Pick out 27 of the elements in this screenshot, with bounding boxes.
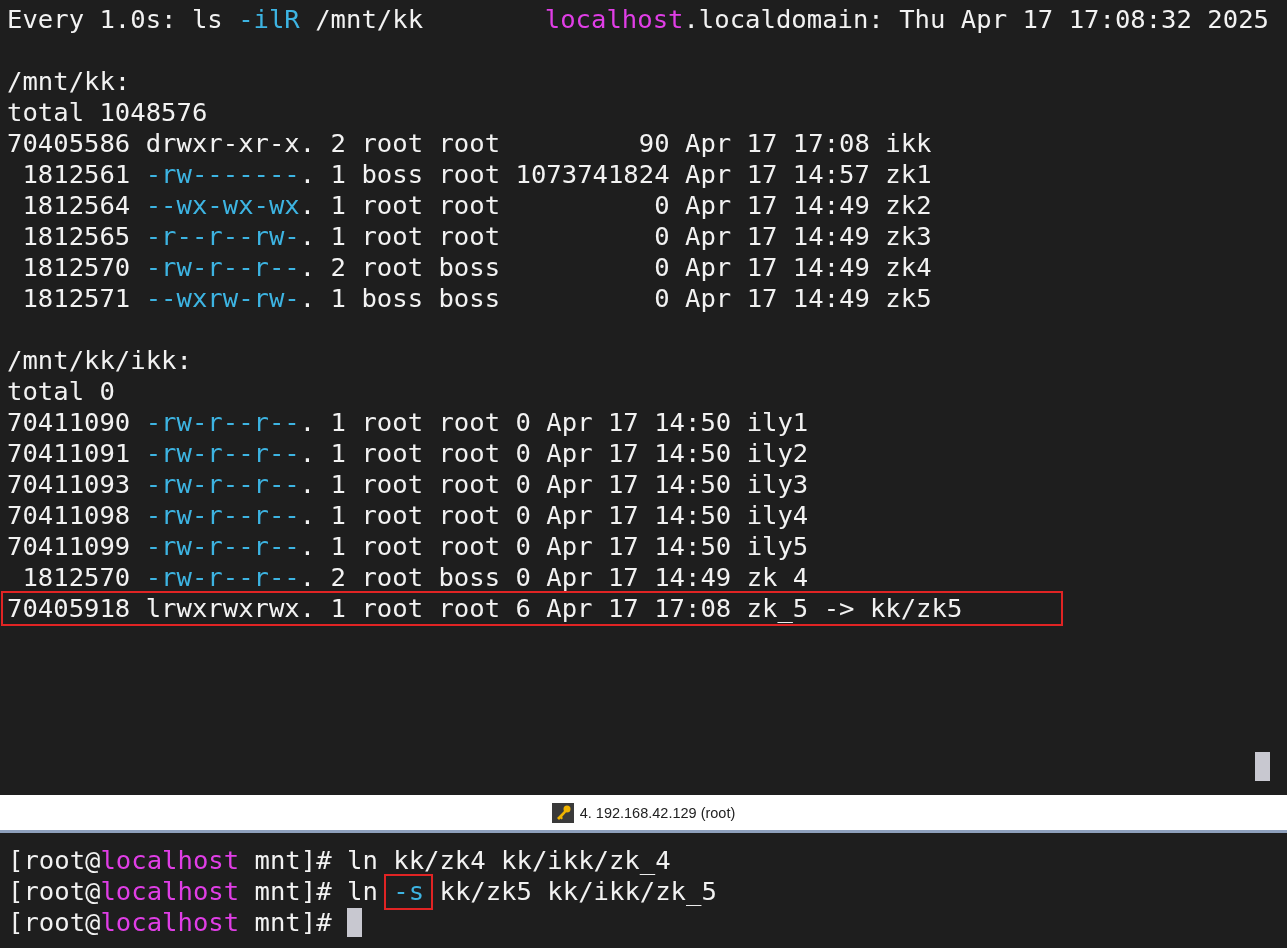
terminal-line: 70411091 -rw-r--r--. 1 root root 0 Apr 17 14:50 ily2 (7, 438, 810, 469)
terminal-line: 70411090 -rw-r--r--. 1 root root 0 Apr 17 14:50 ily1 (7, 407, 810, 438)
terminal-line: 1812570 -rw-r--r--. 2 root boss 0 Apr 17 14:49 zk 4 (21, 562, 810, 593)
highlighted-terminal-line: 70405918 lrwxrwxrwx. 1 root root 6 Apr 17 17:08 zk_5 -> kk/zk5 (3, 593, 1061, 624)
terminal-line: 70411093 -rw-r--r--. 1 root root 0 Apr 17 14:50 ily3 (7, 469, 810, 500)
terminal-line: 70411098 -rw-r--r--. 1 root root 0 Apr 17 14:50 ily4 (7, 500, 810, 531)
terminal-line: 1812564 --wx-wx-wx. 1 root root 0 Apr 17 14:49 zk2 (21, 190, 933, 221)
watch-command: Every 1.0s: ls -ilR /mnt/kk (7, 4, 424, 35)
terminal-line: [root@localhost mnt]# ln kk/zk4 kk/ikk/zk_4 (8, 845, 671, 876)
terminal-line: [root@localhost mnt]# (8, 907, 333, 938)
host-timestamp: localhost.localdomain: Thu Apr 17 17:08:32 2025 (544, 4, 1269, 35)
cursor-block (347, 908, 362, 937)
terminal-line: 70405586 drwxr-xr-x. 2 root root 90 Apr 17 17:08 ikk (7, 128, 933, 159)
terminal-line: 1812565 -r--r--rw-. 1 root root 0 Apr 17 14:49 zk3 (21, 221, 933, 252)
terminal-line: /mnt/kk/ikk: (7, 345, 193, 376)
terminal-line: total 1048576 (7, 97, 209, 128)
key-icon (551, 802, 574, 823)
terminal-line: 1812571 --wxrw-rw-. 1 boss boss 0 Apr 17 14:49 zk5 (21, 283, 933, 314)
terminal-line: /mnt/kk: (7, 66, 132, 97)
terminal-line: total 0 (7, 376, 116, 407)
terminal-line: 1812561 -rw-------. 1 boss root 1073741824 Apr 17 14:57 zk1 (21, 159, 933, 190)
terminal-line: 70411099 -rw-r--r--. 1 root root 0 Apr 17 14:50 ily5 (7, 531, 810, 562)
terminal-line: [root@localhost mnt]# ln -s kk/zk5 kk/ikk/zk_5 (8, 876, 717, 907)
terminal-line: 1812570 -rw-r--r--. 2 root boss 0 Apr 17 14:49 zk4 (21, 252, 933, 283)
session-tab[interactable]: 4. 192.168.42.129 (root) (0, 795, 1287, 833)
highlight-frame (384, 874, 434, 910)
cursor-block (1255, 752, 1270, 781)
